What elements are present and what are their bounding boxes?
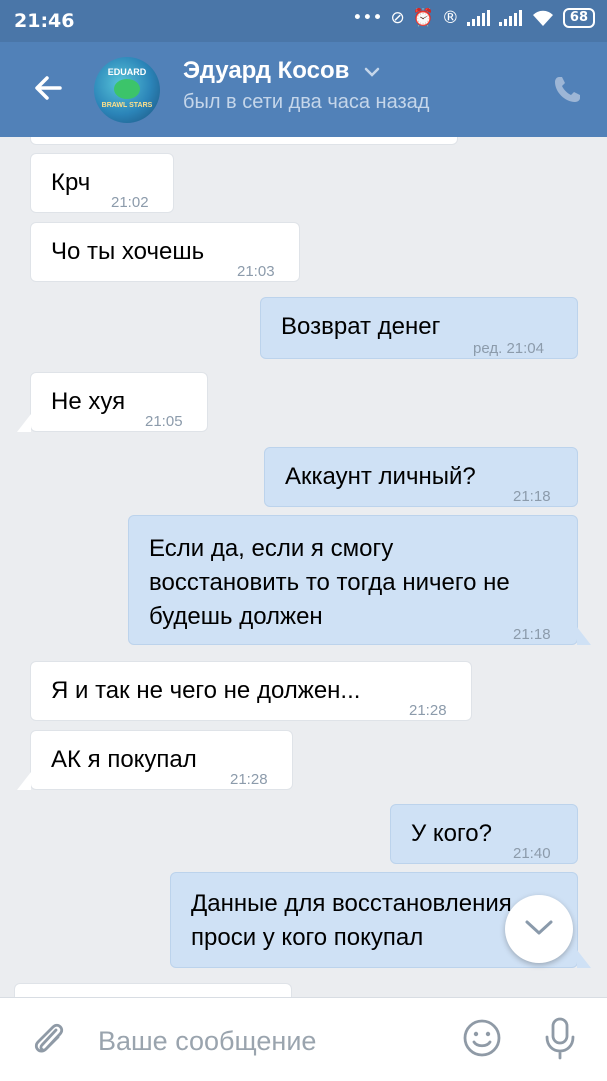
bubble-tail xyxy=(577,950,591,968)
scroll-down-button[interactable] xyxy=(505,895,573,963)
message-text: У кого? xyxy=(411,820,492,847)
avatar-figure xyxy=(114,79,140,99)
message-text: АК я покупал xyxy=(51,746,197,773)
message-text: Если да, если я смогу восстановить то то… xyxy=(149,535,510,630)
contact-status: был в сети два часа назад xyxy=(183,91,430,113)
wifi-icon xyxy=(532,10,553,26)
message-bubble-partial xyxy=(14,983,292,997)
message-text: Данные для восстановления проси у кого п… xyxy=(191,890,512,951)
message-time: 21:03 xyxy=(237,263,275,280)
avatar-text-top: EDUARD xyxy=(107,67,147,77)
registered-icon: ® xyxy=(441,8,459,28)
message-bubble[interactable]: У кого? 21:40 xyxy=(390,804,578,864)
message-bubble[interactable]: Аккаунт личный? 21:18 xyxy=(264,447,578,507)
message-bubble[interactable]: Не хуя 21:05 xyxy=(17,372,208,432)
message-time: 21:02 xyxy=(111,194,149,211)
message-bubble[interactable]: Я и так не чего не должен... 21:28 xyxy=(30,661,472,721)
avatar-text-bottom: BRAWL STARS xyxy=(101,102,153,109)
alarm-off-icon: ⊘ xyxy=(390,8,405,28)
message-text: Аккаунт личный? xyxy=(285,463,476,490)
message-bubble[interactable]: АК я покупал 21:28 xyxy=(17,730,293,790)
emoji-icon[interactable] xyxy=(462,1018,502,1058)
message-bubble[interactable]: Возврат денег ред. 21:04 xyxy=(260,297,578,359)
message-time: ред. 21:04 xyxy=(473,340,544,357)
message-time: 21:18 xyxy=(513,488,551,505)
message-bubble[interactable]: Если да, если я смогу восстановить то то… xyxy=(128,515,591,645)
alarm-icon: ⏰ xyxy=(412,8,434,28)
signal-icon xyxy=(498,10,522,26)
avatar[interactable]: EDUARD BRAWL STARS xyxy=(94,57,160,123)
bubble-tail xyxy=(17,772,31,790)
bubble-tail xyxy=(17,414,31,432)
status-icons: ••• ⊘ ⏰ ® 68 xyxy=(352,8,595,28)
phone-icon[interactable] xyxy=(551,74,583,106)
status-bar: 21:46 ••• ⊘ ⏰ ® 68 xyxy=(0,0,607,42)
message-text: Возврат денег xyxy=(281,313,441,340)
message-bubble-partial xyxy=(30,137,458,145)
message-bubble[interactable]: Крч 21:02 xyxy=(30,153,174,213)
bubble-tail xyxy=(577,627,591,645)
back-arrow-icon[interactable] xyxy=(30,70,66,106)
message-input[interactable] xyxy=(96,1020,430,1062)
microphone-icon[interactable] xyxy=(542,1016,578,1060)
signal-icon xyxy=(466,10,490,26)
more-dots-icon: ••• xyxy=(352,8,383,28)
battery-icon: 68 xyxy=(562,8,595,28)
message-text: Я и так не чего не должен... xyxy=(51,677,361,704)
status-time: 21:46 xyxy=(14,10,75,32)
paperclip-icon[interactable] xyxy=(28,1018,68,1058)
message-bubble[interactable]: Чо ты хочешь 21:03 xyxy=(30,222,300,282)
chat-header: EDUARD BRAWL STARS Эдуард Косов был в се… xyxy=(0,42,607,137)
chevron-down-icon xyxy=(525,920,553,935)
contact-info[interactable]: Эдуард Косов был в сети два часа назад xyxy=(183,57,429,114)
contact-name-text: Эдуард Косов xyxy=(183,57,350,84)
message-time: 21:40 xyxy=(513,845,551,862)
message-list[interactable]: Крч 21:02 Чо ты хочешь 21:03 Возврат ден… xyxy=(0,137,607,997)
message-time: 21:18 xyxy=(513,626,551,643)
message-text: Чо ты хочешь xyxy=(51,238,205,265)
message-text: Не хуя xyxy=(51,388,126,415)
contact-name: Эдуард Косов xyxy=(183,57,429,85)
message-text: Крч xyxy=(51,169,91,196)
chevron-down-icon xyxy=(364,67,380,77)
message-time: 21:28 xyxy=(409,702,447,719)
message-time: 21:28 xyxy=(230,771,268,788)
message-composer xyxy=(0,997,607,1081)
message-time: 21:05 xyxy=(145,413,183,430)
